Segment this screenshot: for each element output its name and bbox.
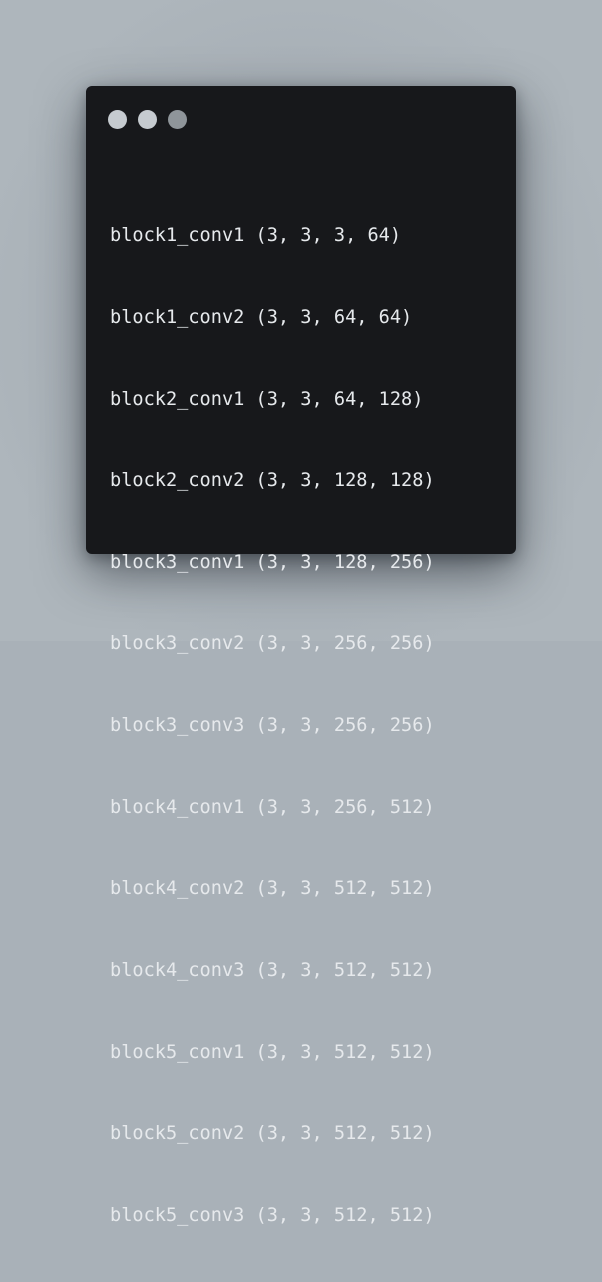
code-line: block3_conv3 (3, 3, 256, 256) bbox=[110, 715, 435, 737]
code-output: block1_conv1 (3, 3, 3, 64) block1_conv2 … bbox=[110, 168, 435, 1282]
window-control-dot-icon bbox=[168, 110, 187, 129]
code-line: block4_conv2 (3, 3, 512, 512) bbox=[110, 878, 435, 900]
code-window: block1_conv1 (3, 3, 3, 64) block1_conv2 … bbox=[86, 86, 516, 1226]
code-line: block1_conv1 (3, 3, 3, 64) bbox=[110, 225, 402, 247]
code-line: block1_conv2 (3, 3, 64, 64) bbox=[110, 307, 413, 329]
code-line: block2_conv2 (3, 3, 128, 128) bbox=[110, 470, 435, 492]
window-controls bbox=[108, 110, 187, 129]
window-control-dot-icon bbox=[138, 110, 157, 129]
code-line: block3_conv1 (3, 3, 128, 256) bbox=[110, 551, 435, 573]
code-line: block5_conv3 (3, 3, 512, 512) bbox=[110, 1204, 435, 1226]
code-line: block5_conv1 (3, 3, 512, 512) bbox=[110, 1041, 435, 1063]
code-line: block5_conv2 (3, 3, 512, 512) bbox=[110, 1123, 435, 1145]
window-control-dot-icon bbox=[108, 110, 127, 129]
code-line: block2_conv1 (3, 3, 64, 128) bbox=[110, 388, 424, 410]
code-line: block4_conv3 (3, 3, 512, 512) bbox=[110, 959, 435, 981]
code-line: block4_conv1 (3, 3, 256, 512) bbox=[110, 796, 435, 818]
code-line: block3_conv2 (3, 3, 256, 256) bbox=[110, 633, 435, 655]
